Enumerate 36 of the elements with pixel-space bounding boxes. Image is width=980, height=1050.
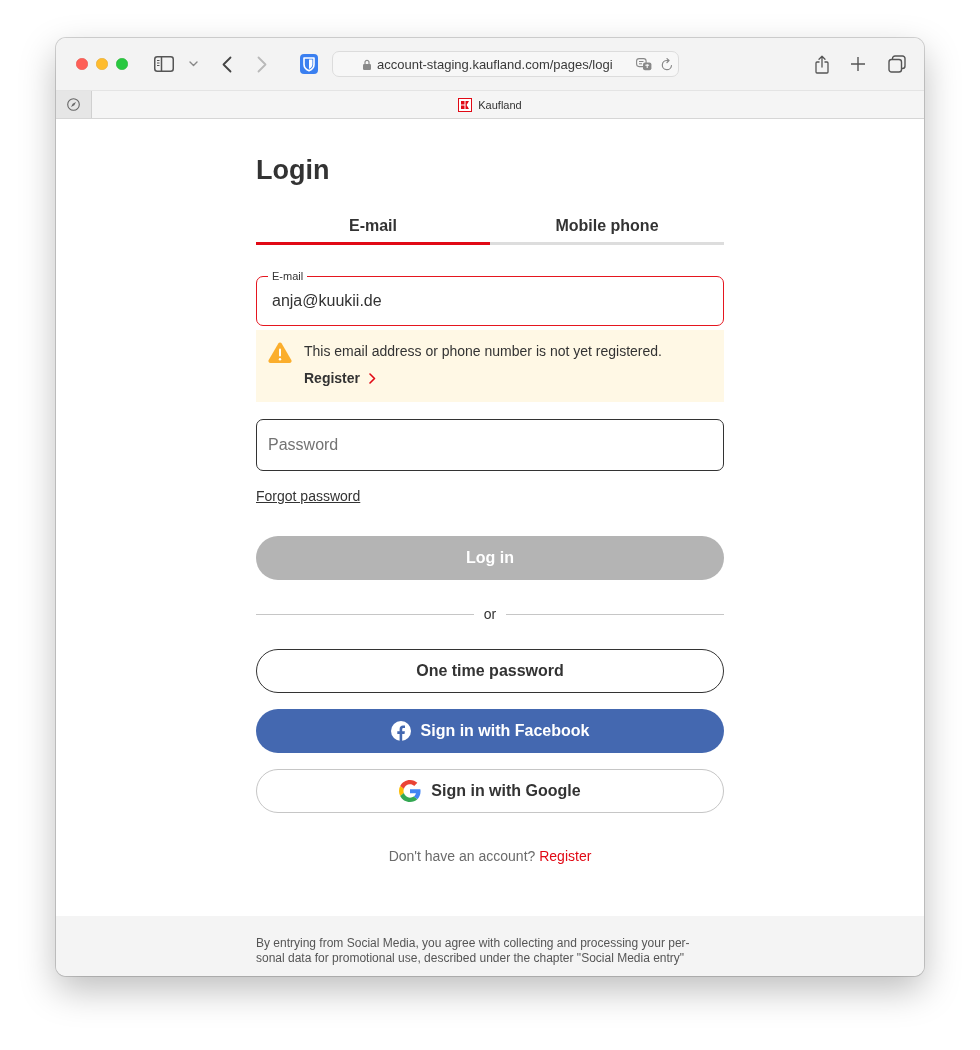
register-link[interactable]: Register: [304, 368, 377, 388]
one-time-password-button[interactable]: One time password: [256, 649, 724, 693]
zoom-window-icon[interactable]: [116, 58, 128, 70]
password-field[interactable]: Password: [256, 419, 724, 471]
forgot-password-link[interactable]: Forgot password: [256, 486, 361, 506]
plus-icon[interactable]: [851, 57, 865, 71]
google-sign-in-button[interactable]: Sign in with Google: [256, 769, 724, 813]
divider-text: or: [483, 605, 497, 624]
facebook-icon: [390, 721, 411, 741]
warning-text: This email address or phone number is not yet registered.: [304, 342, 662, 361]
shield-icon[interactable]: [300, 54, 318, 74]
tabs-icon[interactable]: [888, 55, 906, 73]
logo-icon: [458, 97, 473, 112]
login-method-tab[interactable]: Mobile phone: [490, 209, 724, 245]
facebook-sign-in-button[interactable]: Sign in with Facebook: [256, 709, 724, 753]
signup-prompt: Don't have an account? Register: [387, 847, 593, 866]
warning-icon: [268, 342, 292, 364]
lock-icon: [363, 58, 371, 70]
pinned-tab[interactable]: [56, 91, 92, 118]
google-icon: [399, 780, 422, 802]
share-icon[interactable]: [815, 54, 829, 74]
compass-icon: [67, 98, 80, 111]
translate-icon[interactable]: [636, 57, 652, 71]
page-title: Login: [256, 154, 331, 186]
chevron-right-icon: [369, 372, 377, 384]
address-field[interactable]: account-staging.kaufland.com/pages/logi: [332, 51, 679, 77]
login-method-tab[interactable]: E-mail: [256, 209, 490, 245]
sidebar-icon[interactable]: [154, 56, 174, 72]
consent-text: By entrying from Social Media, you agree with collecting and processing your per- sonal data for promotional use, described under the chapter "Social Media entry": [256, 936, 691, 966]
register-link[interactable]: Register: [539, 848, 592, 864]
back-icon[interactable]: [222, 55, 232, 73]
close-window-icon[interactable]: [76, 58, 88, 70]
url-text: account-staging.kaufland.com/pages/logi: [377, 56, 614, 72]
chevron-down-icon[interactable]: [189, 61, 198, 67]
reload-icon[interactable]: [661, 57, 673, 71]
email-field[interactable]: E-mail anja@kuukii.de: [256, 270, 724, 326]
